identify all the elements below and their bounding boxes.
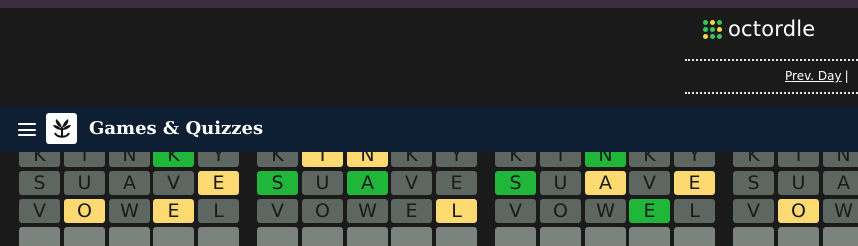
logo-dot (710, 26, 715, 32)
tile-empty (778, 227, 819, 246)
tile-green: N (585, 152, 626, 167)
logo-dot (717, 26, 722, 32)
tile-gray: K (495, 152, 536, 167)
logo-dot (703, 19, 708, 25)
tile-empty (109, 227, 150, 246)
tile-empty (540, 227, 581, 246)
tile-gray: N (823, 152, 858, 167)
tile-gray: U (302, 171, 343, 195)
tile-gray: O (540, 199, 581, 223)
tile-gray: K (629, 152, 670, 167)
tile-gray: W (585, 199, 626, 223)
tile-empty (436, 227, 477, 246)
tile-gray: W (347, 199, 388, 223)
tile-green: A (347, 171, 388, 195)
tile-gray: K (257, 152, 298, 167)
tile-empty (733, 227, 774, 246)
tile-empty (585, 227, 626, 246)
logo-dot (710, 33, 715, 39)
prev-day-link[interactable]: Prev. Day (785, 69, 842, 83)
tile-gray: V (391, 171, 432, 195)
tile-yellow: O (778, 199, 819, 223)
tile-gray: S (19, 171, 60, 195)
tile-empty (302, 227, 343, 246)
tile-empty (347, 227, 388, 246)
tile-yellow: E (674, 171, 715, 195)
tile-gray: V (153, 171, 194, 195)
tile-yellow: L (436, 199, 477, 223)
tile-gray: A (109, 171, 150, 195)
tile-empty (257, 227, 298, 246)
game-boards: KINKYSUAVEVOWELKINKYSUAVEVOWELKINKYSUAVE… (0, 152, 858, 246)
tile-green: S (257, 171, 298, 195)
tile-gray: I (778, 152, 819, 167)
tile-empty (629, 227, 670, 246)
tile-gray: L (198, 199, 239, 223)
nav-title[interactable]: Games & Quizzes (89, 118, 263, 139)
app-name: octordle (728, 17, 816, 41)
day-nav: Prev. Day | (785, 69, 849, 83)
tile-gray: U (540, 171, 581, 195)
tile-gray: E (436, 171, 477, 195)
nyt-games-logo-icon[interactable] (46, 113, 77, 144)
tile-gray: V (257, 199, 298, 223)
tile-yellow: E (198, 171, 239, 195)
logo-dot (703, 26, 708, 32)
tile-gray: W (109, 199, 150, 223)
tile-empty (153, 227, 194, 246)
tile-gray: Y (198, 152, 239, 167)
tile-gray: Y (436, 152, 477, 167)
logo-dot (703, 33, 708, 39)
tile-gray: V (733, 199, 774, 223)
logo-dot (710, 19, 715, 25)
tile-yellow: E (153, 199, 194, 223)
tile-empty (198, 227, 239, 246)
tile-green: K (153, 152, 194, 167)
tile-yellow: A (585, 171, 626, 195)
tile-empty (674, 227, 715, 246)
tile-gray: V (629, 171, 670, 195)
tile-yellow: I (302, 152, 343, 167)
tile-gray: A (823, 171, 858, 195)
top-strip (0, 0, 858, 8)
tile-empty (19, 227, 60, 246)
tile-gray: K (391, 152, 432, 167)
tile-gray: W (823, 199, 858, 223)
tile-empty (823, 227, 858, 246)
hamburger-menu-icon[interactable] (18, 123, 36, 136)
tile-gray: V (19, 199, 60, 223)
tile-gray: U (778, 171, 819, 195)
day-nav-separator: | (844, 69, 849, 83)
logo-dot (717, 19, 722, 25)
dotted-divider-top (685, 59, 858, 61)
tile-gray: L (674, 199, 715, 223)
tile-gray: E (391, 199, 432, 223)
tile-gray: V (495, 199, 536, 223)
tile-gray: N (109, 152, 150, 167)
tile-gray: I (540, 152, 581, 167)
tile-green: S (495, 171, 536, 195)
tile-empty (495, 227, 536, 246)
tile-empty (391, 227, 432, 246)
tile-yellow: O (64, 199, 105, 223)
tile-gray: U (64, 171, 105, 195)
tile-empty (64, 227, 105, 246)
tile-gray: O (302, 199, 343, 223)
games-nav-bar: Games & Quizzes (0, 107, 858, 152)
tile-green: E (629, 199, 670, 223)
octordle-logo-icon (703, 19, 722, 39)
brand[interactable]: octordle (703, 16, 815, 42)
tile-gray: S (733, 171, 774, 195)
tile-yellow: N (347, 152, 388, 167)
tile-gray: K (19, 152, 60, 167)
tile-gray: I (64, 152, 105, 167)
dotted-divider-bottom (685, 92, 858, 94)
logo-dot (717, 33, 722, 39)
tile-gray: K (733, 152, 774, 167)
tile-gray: Y (674, 152, 715, 167)
